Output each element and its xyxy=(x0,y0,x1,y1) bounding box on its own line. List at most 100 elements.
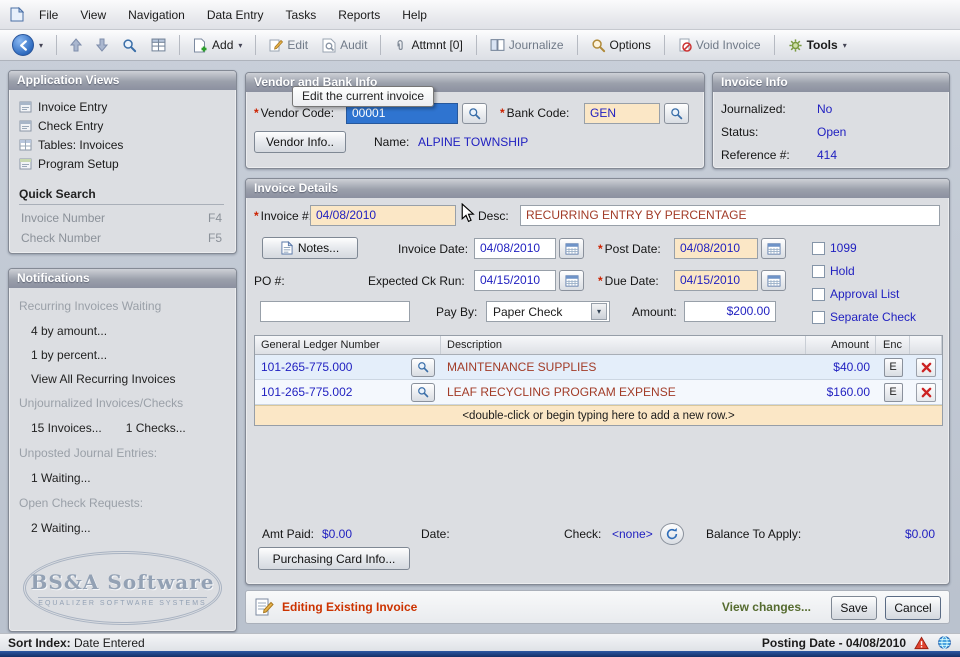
status-bar: Sort Index: Date Entered Posting Date - … xyxy=(0,633,960,651)
due-date-calendar-button[interactable] xyxy=(761,270,786,291)
menu-reports[interactable]: Reports xyxy=(327,3,391,27)
pay-by-value: Paper Check xyxy=(493,304,563,319)
enc-button[interactable]: E xyxy=(883,382,903,402)
gl-lookup-button[interactable] xyxy=(411,382,435,402)
notification-item-unposted-waiting[interactable]: 1 Waiting... xyxy=(19,471,228,485)
nav-previous-button[interactable] xyxy=(64,35,88,55)
menu-tasks[interactable]: Tasks xyxy=(275,3,328,27)
menu-help[interactable]: Help xyxy=(391,3,438,27)
invoice-date-input[interactable]: 04/08/2010 xyxy=(474,238,556,259)
delete-row-button[interactable] xyxy=(916,357,936,377)
notes-button[interactable]: Notes... xyxy=(262,237,358,259)
gl-row-1[interactable]: 101-265-775.000 MAINTENANCE SUPPLIES $40… xyxy=(255,355,942,380)
gl-row-2[interactable]: 101-265-775.002 LEAF RECYCLING PROGRAM E… xyxy=(255,380,942,405)
notification-item-by-percent[interactable]: 1 by percent... xyxy=(19,348,228,362)
gl-lookup-button[interactable] xyxy=(411,357,435,377)
tools-label: Tools xyxy=(806,38,838,52)
checkbox-box xyxy=(812,241,825,255)
journalize-button[interactable]: Journalize xyxy=(484,35,570,55)
save-button[interactable]: Save xyxy=(831,596,877,620)
column-header-description[interactable]: Description xyxy=(441,336,806,354)
invoice-info-header: Invoice Info xyxy=(713,73,949,92)
setup-icon xyxy=(19,158,32,170)
sidebar-item-tables-invoices[interactable]: Tables: Invoices xyxy=(19,136,228,154)
invoice-number-input[interactable]: 04/08/2010 xyxy=(310,205,456,226)
notification-item-view-all-recurring[interactable]: View All Recurring Invoices xyxy=(19,372,228,386)
gl-number: 101-265-775.000 xyxy=(261,360,353,374)
search-icon xyxy=(123,38,137,52)
attachment-label: Attmnt [0] xyxy=(411,38,463,52)
record-list-button[interactable] xyxy=(145,35,172,55)
options-search-icon xyxy=(591,38,605,52)
post-date-input[interactable]: 04/08/2010 xyxy=(674,238,758,259)
attachment-button[interactable]: Attmnt [0] xyxy=(388,35,468,56)
po-number-label: PO #: xyxy=(254,274,285,288)
notification-item-checks[interactable]: 1 Checks... xyxy=(126,421,186,435)
delete-row-button[interactable] xyxy=(916,382,936,402)
notification-item-by-amount[interactable]: 4 by amount... xyxy=(19,324,228,338)
quick-search-invoice-number[interactable]: Invoice Number F4 xyxy=(21,211,222,225)
void-invoice-button[interactable]: Void Invoice xyxy=(672,35,767,55)
window-edge xyxy=(0,651,960,657)
desc-input[interactable]: RECURRING ENTRY BY PERCENTAGE xyxy=(520,205,940,226)
add-button[interactable]: Add ▾ xyxy=(187,35,248,56)
checkbox-hold[interactable]: Hold xyxy=(812,264,855,278)
expected-ck-calendar-button[interactable] xyxy=(559,270,584,291)
chevron-down-icon: ▾ xyxy=(591,303,607,320)
vendor-info-button[interactable]: Vendor Info.. xyxy=(254,131,346,153)
expected-ck-run-input[interactable]: 04/15/2010 xyxy=(474,270,556,291)
menu-data-entry[interactable]: Data Entry xyxy=(196,3,275,27)
vendor-lookup-button[interactable] xyxy=(462,103,487,124)
view-changes-link[interactable]: View changes... xyxy=(722,600,811,614)
invoice-date-calendar-button[interactable] xyxy=(559,238,584,259)
checkbox-separate-check[interactable]: Separate Check xyxy=(812,310,916,324)
checkbox-1099[interactable]: 1099 xyxy=(812,241,857,255)
globe-icon xyxy=(937,635,952,650)
tools-button[interactable]: Tools ▾ xyxy=(782,35,853,56)
notification-group-unposted: Unposted Journal Entries: xyxy=(19,446,158,460)
invoice-number-label: Invoice #: xyxy=(254,206,312,226)
nav-next-button[interactable] xyxy=(90,35,114,55)
record-search-button[interactable] xyxy=(116,35,143,56)
edit-button[interactable]: Edit xyxy=(263,35,314,55)
editing-status-text: Editing Existing Invoice xyxy=(282,600,418,614)
vendor-name-value: ALPINE TOWNSHIP xyxy=(418,135,529,149)
journalize-label: Journalize xyxy=(508,38,564,52)
amount-input[interactable]: $200.00 xyxy=(684,301,776,322)
enc-button[interactable]: E xyxy=(883,357,903,377)
options-button[interactable]: Options xyxy=(585,35,657,56)
sidebar-item-label: Check Entry xyxy=(38,119,104,133)
column-header-gl[interactable]: General Ledger Number xyxy=(255,336,441,354)
back-button[interactable]: ▾ xyxy=(6,31,49,59)
due-date-input[interactable]: 04/15/2010 xyxy=(674,270,758,291)
check-refresh-button[interactable] xyxy=(660,523,684,545)
menu-file[interactable]: File xyxy=(28,3,69,27)
quick-search-check-number[interactable]: Check Number F5 xyxy=(21,231,222,245)
arrow-up-icon xyxy=(70,38,83,52)
cancel-button[interactable]: Cancel xyxy=(885,596,941,620)
sidebar-item-check-entry[interactable]: Check Entry xyxy=(19,117,228,135)
po-number-input[interactable] xyxy=(260,301,410,322)
edit-label: Edit xyxy=(287,38,309,52)
column-header-amount[interactable]: Amount xyxy=(806,336,876,354)
pay-by-select[interactable]: Paper Check ▾ xyxy=(486,301,610,322)
column-header-enc[interactable]: Enc xyxy=(876,336,910,354)
grid-new-row[interactable]: <double-click or begin typing here to ad… xyxy=(255,405,942,425)
bank-lookup-button[interactable] xyxy=(664,103,689,124)
menu-navigation[interactable]: Navigation xyxy=(117,3,196,27)
sidebar-item-invoice-entry[interactable]: Invoice Entry xyxy=(19,98,228,116)
menu-bar: File View Navigation Data Entry Tasks Re… xyxy=(0,0,960,30)
checkbox-approval-list[interactable]: Approval List xyxy=(812,287,899,301)
notification-item-invoices[interactable]: 15 Invoices... xyxy=(19,421,102,435)
chevron-down-icon: ▾ xyxy=(238,40,243,50)
notification-item-check-requests-waiting[interactable]: 2 Waiting... xyxy=(19,521,228,535)
audit-button[interactable]: Audit xyxy=(316,35,373,56)
bank-code-input[interactable]: GEN xyxy=(584,103,660,124)
menu-view[interactable]: View xyxy=(69,3,117,27)
purchasing-card-info-button[interactable]: Purchasing Card Info... xyxy=(258,547,410,570)
journalized-value: No xyxy=(817,102,833,116)
refresh-icon xyxy=(666,528,678,540)
sidebar-item-program-setup[interactable]: Program Setup xyxy=(19,155,228,173)
post-date-calendar-button[interactable] xyxy=(761,238,786,259)
due-date-label: Due Date: xyxy=(598,271,659,291)
